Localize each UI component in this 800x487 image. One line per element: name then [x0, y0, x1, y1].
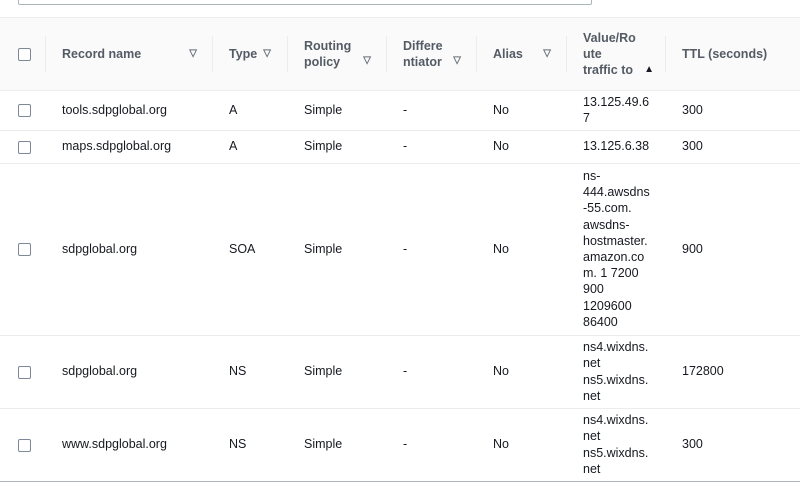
col-routing-policy[interactable]: Routing policy ▽ [288, 18, 387, 91]
row-checkbox[interactable] [18, 243, 31, 257]
col-alias[interactable]: Alias ▽ [477, 18, 567, 91]
col-ttl[interactable]: TTL (seconds) [666, 18, 800, 91]
col-value[interactable]: Value/Ro ute traffic to ▲ [567, 18, 666, 91]
differentiator: - [387, 335, 477, 409]
record-name: maps.sdpglobal.org [46, 130, 213, 164]
record-value: ns4.wixdns. net ns5.wixdns. net [567, 335, 666, 409]
alias: No [477, 335, 567, 409]
record-value: 13.125.6.38 [567, 130, 666, 164]
row-checkbox[interactable] [18, 365, 31, 379]
record-type: SOA [213, 163, 288, 336]
record-value: 13.125.49.6 7 [567, 90, 666, 131]
col-differentiator-label: Differe ntiator [403, 38, 443, 69]
alias: No [477, 90, 567, 131]
col-ttl-label: TTL (seconds) [682, 46, 768, 61]
select-all-cell [0, 18, 46, 91]
table-row[interactable]: maps.sdpglobal.org A Simple - No 13.125.… [0, 130, 800, 164]
table-row[interactable]: tools.sdpglobal.org A Simple - No 13.125… [0, 90, 800, 131]
col-routing-policy-label: Routing policy [304, 38, 352, 69]
table-row[interactable]: sdpglobal.org SOA Simple - No ns- 444.aw… [0, 163, 800, 336]
col-record-name-label: Record name [62, 46, 142, 61]
col-value-label: Value/Ro ute traffic to [583, 30, 636, 77]
sort-down-icon[interactable]: ▽ [263, 46, 271, 62]
record-name: sdpglobal.org [46, 335, 213, 409]
record-name: sdpglobal.org [46, 163, 213, 336]
sort-down-icon[interactable]: ▽ [363, 53, 371, 69]
record-value: ns4.wixdns. net ns5.wixdns. net [567, 408, 666, 482]
record-value: ns- 444.awsdns -55.com. awsdns- hostmast… [567, 163, 666, 336]
row-checkbox[interactable] [18, 140, 31, 154]
routing-policy: Simple [288, 90, 387, 131]
differentiator: - [387, 90, 477, 131]
col-type[interactable]: Type ▽ [213, 18, 288, 91]
routing-policy: Simple [288, 163, 387, 336]
records-table: Record name ▽ Type ▽ Routing policy ▽ Di… [0, 18, 800, 482]
alias: No [477, 408, 567, 482]
ttl: 300 [666, 130, 800, 164]
row-checkbox[interactable] [18, 438, 31, 452]
select-all-checkbox[interactable] [18, 47, 31, 61]
record-type: NS [213, 408, 288, 482]
row-checkbox[interactable] [18, 104, 31, 118]
table-row[interactable]: sdpglobal.org NS Simple - No ns4.wixdns.… [0, 335, 800, 409]
differentiator: - [387, 163, 477, 336]
col-type-label: Type [229, 46, 258, 61]
col-record-name[interactable]: Record name ▽ [46, 18, 213, 91]
ttl: 300 [666, 408, 800, 482]
sort-down-icon[interactable]: ▽ [543, 46, 551, 62]
sort-ascending-icon[interactable]: ▲ [644, 62, 654, 78]
sort-down-icon[interactable]: ▽ [453, 53, 461, 69]
col-alias-label: Alias [493, 46, 523, 61]
routing-policy: Simple [288, 130, 387, 164]
record-type: NS [213, 335, 288, 409]
search-box-edge[interactable] [18, 0, 592, 5]
record-name: www.sdpglobal.org [46, 408, 213, 482]
table-bottom-border [0, 481, 800, 482]
routing-policy: Simple [288, 408, 387, 482]
alias: No [477, 130, 567, 164]
record-type: A [213, 90, 288, 131]
ttl: 300 [666, 90, 800, 131]
ttl: 900 [666, 163, 800, 336]
routing-policy: Simple [288, 335, 387, 409]
differentiator: - [387, 408, 477, 482]
sort-down-icon[interactable]: ▽ [189, 46, 197, 62]
header-row: Record name ▽ Type ▽ Routing policy ▽ Di… [0, 18, 800, 91]
record-name: tools.sdpglobal.org [46, 90, 213, 131]
record-type: A [213, 130, 288, 164]
alias: No [477, 163, 567, 336]
table-row[interactable]: www.sdpglobal.org NS Simple - No ns4.wix… [0, 408, 800, 482]
differentiator: - [387, 130, 477, 164]
ttl: 172800 [666, 335, 800, 409]
col-differentiator[interactable]: Differe ntiator ▽ [387, 18, 477, 91]
